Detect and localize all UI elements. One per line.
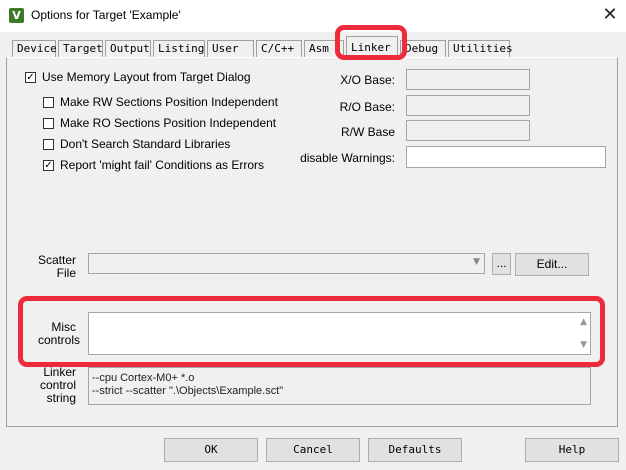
cancel-button[interactable]: Cancel — [266, 438, 360, 462]
tab-listing[interactable]: Listing — [153, 40, 205, 57]
use-memory-layout-checkbox[interactable]: ✓ — [25, 72, 36, 83]
rw-base-label: R/W Base — [340, 125, 395, 139]
window-title: Options for Target 'Example' — [31, 8, 181, 22]
misc-controls-highlight — [18, 296, 605, 367]
dont-search-std-checkbox[interactable] — [43, 139, 54, 150]
xo-base-label: X/O Base: — [340, 73, 395, 87]
linker-string-line1: --cpu Cortex-M0+ *.o — [92, 372, 195, 384]
might-fail-errors-label: Report 'might fail' Conditions as Errors — [60, 158, 264, 172]
keil-app-icon: V — [9, 8, 24, 23]
ro-independent-label: Make RO Sections Position Independent — [60, 116, 277, 130]
chevron-down-icon[interactable]: ▼ — [473, 257, 480, 267]
scatter-label-line2: File — [56, 266, 76, 280]
scatter-file-combobox[interactable]: ▼ — [88, 253, 485, 274]
linker-tab-highlight — [335, 25, 407, 60]
ro-base-label: R/O Base: — [339, 100, 395, 114]
tab-output[interactable]: Output — [105, 40, 151, 57]
ro-base-field[interactable] — [406, 95, 530, 116]
disable-warnings-label: disable Warnings: — [300, 151, 395, 165]
use-memory-layout-label: Use Memory Layout from Target Dialog — [42, 70, 251, 84]
tab-device[interactable]: Device — [12, 40, 57, 57]
edit-scatter-button[interactable]: Edit... — [515, 253, 589, 276]
linker-label-line3: string — [46, 391, 76, 405]
tab-utilities[interactable]: Utilities — [448, 40, 513, 57]
browse-button[interactable]: ... — [492, 253, 511, 275]
scatter-file-label: Scatter File — [38, 254, 76, 280]
tab-user[interactable]: User — [207, 40, 254, 57]
dont-search-std-label: Don't Search Standard Libraries — [60, 137, 231, 151]
close-icon[interactable]: ✕ — [598, 4, 622, 26]
tab-cpp[interactable]: C/C++ — [256, 40, 302, 57]
defaults-button[interactable]: Defaults — [368, 438, 462, 462]
linker-control-string-box[interactable]: --cpu Cortex-M0+ *.o --strict --scatter … — [88, 367, 591, 405]
help-button[interactable]: Help — [525, 438, 619, 462]
ok-button[interactable]: OK — [164, 438, 258, 462]
ro-independent-checkbox[interactable] — [43, 118, 54, 129]
rw-independent-checkbox[interactable] — [43, 97, 54, 108]
xo-base-field[interactable] — [406, 69, 530, 90]
might-fail-errors-checkbox[interactable]: ✓ — [43, 160, 54, 171]
linker-string-line2: --strict --scatter ".\Objects\Example.sc… — [92, 385, 284, 397]
tab-target[interactable]: Target — [58, 40, 103, 57]
linker-control-string-label: Linker control string — [38, 366, 76, 405]
rw-base-field[interactable] — [406, 120, 530, 141]
rw-independent-label: Make RW Sections Position Independent — [60, 95, 278, 109]
disable-warnings-field[interactable] — [406, 146, 606, 168]
